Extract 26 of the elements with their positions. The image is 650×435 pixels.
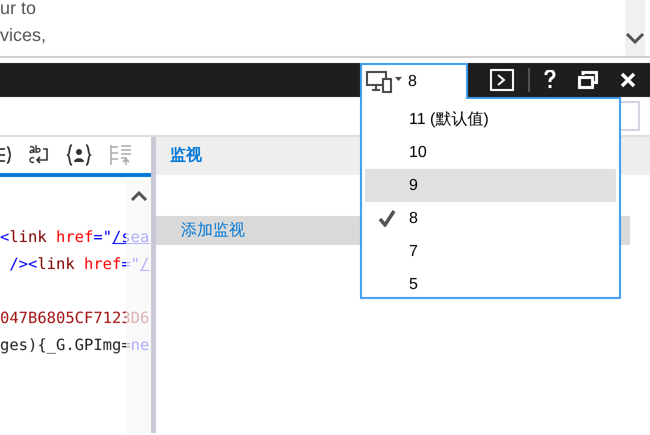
chevron-down-icon	[626, 33, 644, 44]
page-text: ur to	[0, 0, 36, 19]
page-text: vices,	[0, 24, 46, 46]
format-icon[interactable]	[0, 144, 12, 166]
scrollbar[interactable]	[625, 0, 645, 56]
menu-item[interactable]: 7	[365, 235, 616, 268]
menu-item[interactable]: 10	[365, 136, 616, 169]
code-line: 047B6805CF7123D6	[0, 309, 150, 327]
code-line: ges){_G.GPImg=ne	[0, 336, 150, 354]
document-mode-button[interactable]: 8	[360, 63, 468, 99]
list-icon	[108, 143, 134, 167]
chevron-up-icon	[130, 191, 146, 201]
menu-item[interactable]: 8	[365, 202, 616, 235]
close-icon[interactable]	[620, 72, 636, 88]
undock-icon[interactable]	[578, 71, 598, 89]
code-line: <link href="/sea	[0, 228, 150, 246]
braces-person-icon[interactable]	[66, 143, 92, 167]
document-mode-value: 8	[408, 72, 417, 92]
word-wrap-icon[interactable]	[28, 144, 50, 166]
help-icon[interactable]	[544, 70, 556, 90]
console-icon[interactable]	[490, 69, 514, 91]
code-line: /><link href="/	[8, 255, 150, 273]
menu-item[interactable]: 5	[365, 268, 616, 301]
menu-item[interactable]: 9	[365, 169, 616, 202]
devices-icon	[366, 70, 402, 94]
menu-item[interactable]: 11 (默认值)	[365, 103, 616, 136]
